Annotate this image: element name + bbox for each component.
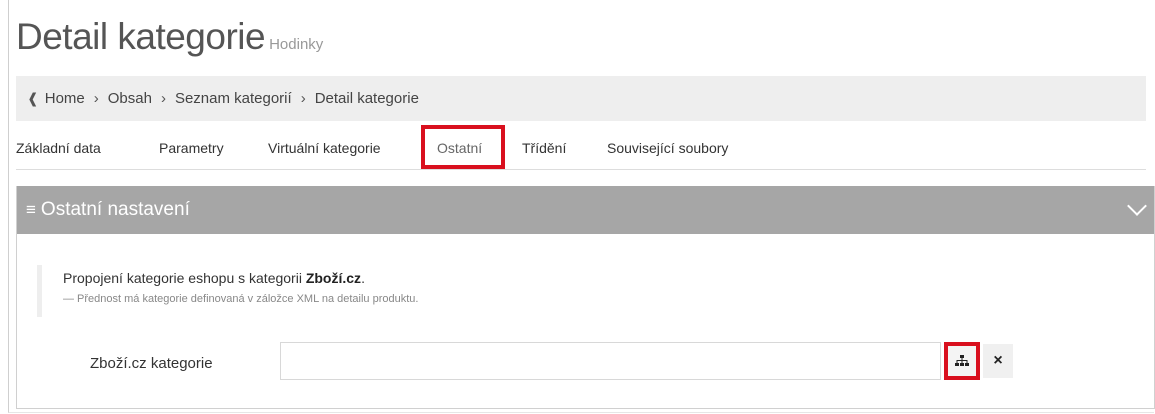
breadcrumb: ❰ Home › Obsah › Seznam kategorií › Deta…: [16, 76, 1146, 121]
sitemap-icon: [955, 355, 969, 366]
tab-souvisejici-soubory[interactable]: Související soubory: [607, 128, 728, 169]
note-hint: — Přednost má kategorie definovaná v zál…: [63, 293, 419, 305]
breadcrumb-separator: ›: [93, 90, 99, 107]
category-tree-button[interactable]: [944, 342, 980, 380]
tab-virtualni-kategorie[interactable]: Virtuální kategorie: [268, 128, 381, 169]
note-text-suffix: .: [361, 270, 365, 286]
breadcrumb-separator: ›: [300, 90, 306, 107]
menu-icon: ≡: [26, 200, 36, 219]
panel-title: Ostatní nastavení: [40, 199, 190, 220]
close-icon: ×: [993, 352, 1003, 369]
zbozi-category-input[interactable]: [280, 342, 941, 380]
breadcrumb-obsah[interactable]: Obsah: [108, 90, 152, 107]
page-subtitle: Hodinky: [269, 36, 324, 53]
info-note: Propojení kategorie eshopu s kategorii Z…: [37, 265, 418, 317]
note-bold-text: Zboží.cz: [305, 270, 362, 286]
tab-parametry[interactable]: Parametry: [159, 128, 224, 169]
zbozi-category-label: Zboží.cz kategorie: [90, 355, 213, 372]
panel-header[interactable]: ≡ Ostatní nastavení: [17, 186, 1154, 234]
breadcrumb-seznam-kategorii[interactable]: Seznam kategorií: [175, 90, 292, 107]
page-title-text: Detail kategorie: [16, 16, 266, 57]
clear-button[interactable]: ×: [983, 344, 1013, 378]
tab-trideni[interactable]: Třídění: [522, 128, 566, 169]
note-text: Propojení kategorie eshopu s kategorii Z…: [63, 265, 418, 286]
home-icon[interactable]: ❰: [27, 90, 39, 107]
tab-ostatni[interactable]: Ostatní: [437, 128, 482, 169]
chevron-down-icon[interactable]: [1127, 196, 1147, 216]
note-text-prefix: Propojení kategorie eshopu s kategorii: [63, 270, 306, 286]
breadcrumb-separator: ›: [160, 90, 166, 107]
settings-panel: ≡ Ostatní nastavení Propojení kategorie e…: [16, 186, 1155, 409]
tab-bar: Základní data Parametry Virtuální katego…: [16, 125, 1146, 170]
breadcrumb-home[interactable]: Home: [45, 90, 85, 107]
page-title: Detail kategorie Hodinky: [16, 14, 323, 68]
breadcrumb-detail-kategorie: Detail kategorie: [314, 90, 419, 107]
tab-zakladni-data[interactable]: Základní data: [16, 128, 101, 169]
